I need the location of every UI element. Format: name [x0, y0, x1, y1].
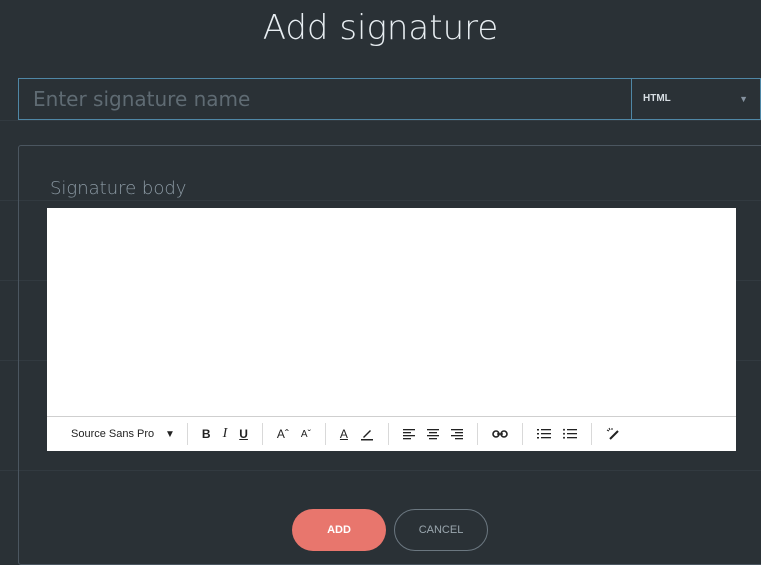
list-group	[523, 423, 592, 445]
alignment-group	[389, 423, 478, 445]
add-button[interactable]: ADD	[292, 509, 386, 551]
signature-type-value: HTML	[643, 93, 671, 104]
font-size-increase-button[interactable]: Aˆ	[277, 427, 289, 441]
background-divider	[0, 120, 761, 121]
ordered-list-icon[interactable]	[536, 428, 551, 440]
modal-title: Add signature	[262, 8, 499, 48]
text-color-button[interactable]: A	[340, 427, 348, 441]
chevron-down-icon: ▼	[739, 94, 748, 104]
font-family-select[interactable]: Source Sans Pro	[71, 428, 159, 440]
link-icon[interactable]	[492, 429, 508, 439]
font-family-group: Source Sans Pro ▼	[47, 423, 188, 445]
color-group: A	[326, 423, 389, 445]
text-style-group: B I U	[188, 423, 263, 445]
editor-toolbar: Source Sans Pro ▼ B I U Aˆ Aˇ A	[47, 416, 736, 451]
align-left-icon[interactable]	[402, 428, 415, 440]
align-center-icon[interactable]	[426, 428, 439, 440]
font-size-group: Aˆ Aˇ	[263, 423, 326, 445]
bullet-list-icon[interactable]	[562, 428, 577, 440]
align-right-icon[interactable]	[450, 428, 463, 440]
clear-format-group	[592, 423, 636, 445]
highlighter-icon[interactable]	[360, 427, 374, 441]
chevron-down-icon[interactable]: ▼	[165, 429, 175, 440]
magic-wand-icon[interactable]	[606, 427, 622, 441]
underline-button[interactable]: U	[239, 427, 248, 441]
signature-type-select[interactable]: HTML ▼	[632, 78, 761, 120]
link-group	[478, 423, 523, 445]
signature-name-input[interactable]	[18, 78, 632, 120]
bold-button[interactable]: B	[202, 427, 211, 441]
cancel-button[interactable]: CANCEL	[394, 509, 488, 551]
signature-body-label: Signature body	[50, 178, 187, 199]
font-size-decrease-button[interactable]: Aˇ	[301, 429, 311, 440]
italic-button[interactable]: I	[223, 426, 228, 442]
signature-body-editor[interactable]	[47, 208, 736, 416]
